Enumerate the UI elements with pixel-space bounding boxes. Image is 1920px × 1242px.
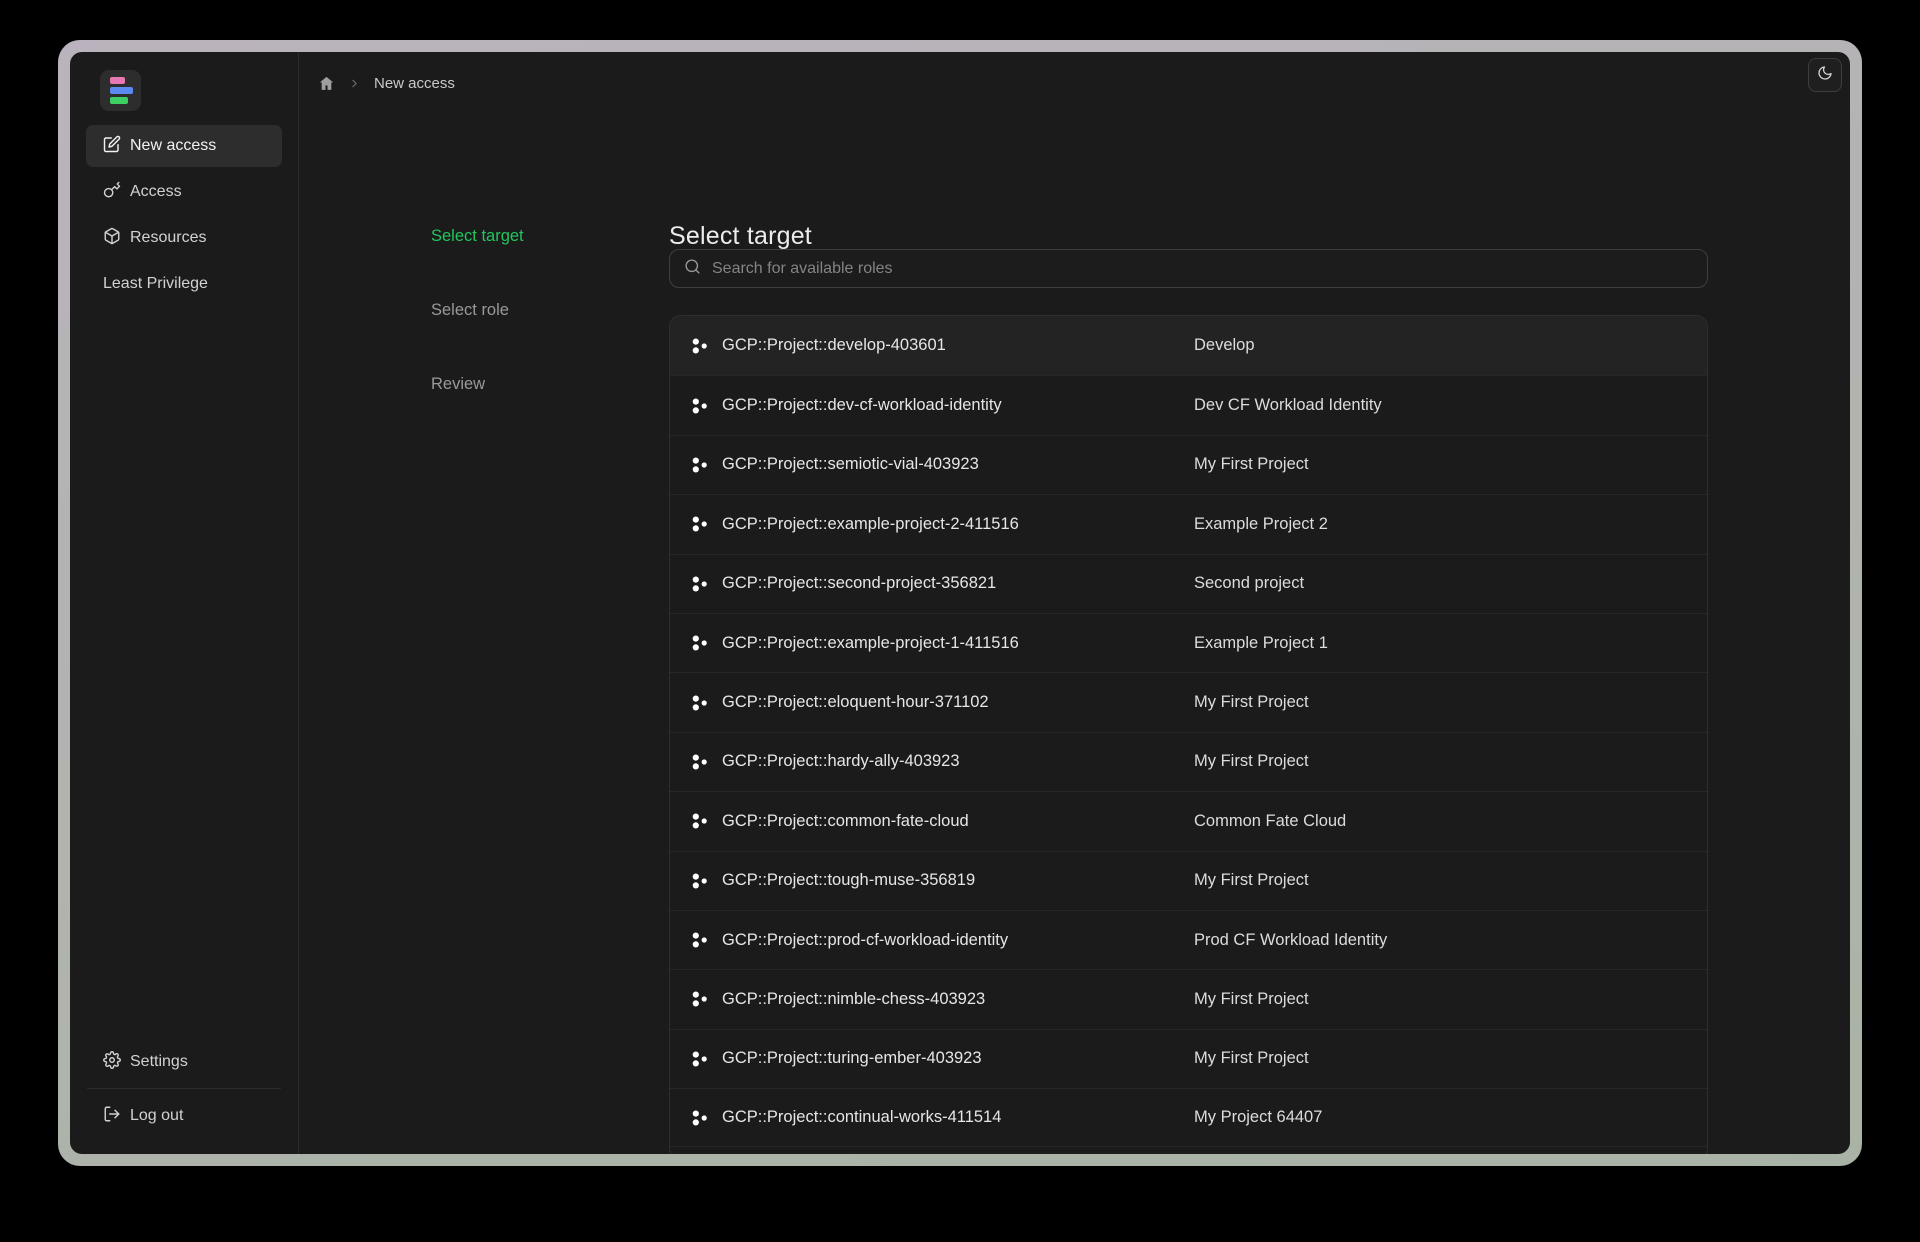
- search-input[interactable]: [712, 259, 1693, 278]
- target-name: My First Project: [1194, 1049, 1309, 1068]
- sidebar-item-new-access[interactable]: New access: [86, 125, 282, 167]
- step-select-target[interactable]: Select target: [431, 224, 524, 248]
- window-frame: New access Access Resources Least Privil…: [58, 40, 1862, 1166]
- target-name: My First Project: [1194, 871, 1309, 890]
- target-name: My First Project: [1194, 752, 1309, 771]
- target-id: GCP::Project::hardy-ally-403923: [722, 752, 960, 771]
- edit-icon: [103, 135, 121, 158]
- target-name: Example Project 2: [1194, 514, 1328, 533]
- chevron-right-icon: [348, 77, 361, 90]
- gcp-project-icon: [691, 694, 709, 712]
- theme-toggle-button[interactable]: [1808, 58, 1842, 92]
- sidebar-item-access[interactable]: Access: [86, 171, 282, 213]
- step-select-role[interactable]: Select role: [431, 298, 524, 322]
- target-id: GCP::Project::prod-cf-workload-identity: [722, 930, 1009, 949]
- key-icon: [103, 181, 121, 204]
- gcp-project-icon: [691, 753, 709, 771]
- sidebar-divider: [87, 1088, 281, 1089]
- table-row[interactable]: GCP::Project::semiotic-vial-403923 My Fi…: [670, 434, 1707, 494]
- sidebar-item-label: New access: [130, 137, 217, 154]
- target-id: GCP::Project::continual-works-411514: [722, 1108, 1002, 1127]
- gcp-project-icon: [691, 575, 709, 593]
- targets-list: GCP::Project::develop-403601 Develop GCP…: [669, 315, 1708, 1154]
- target-id: GCP::Project::turing-ember-403923: [722, 1049, 982, 1068]
- search-bar: [669, 249, 1708, 288]
- table-row[interactable]: GCP::Project::common-fate-cloud Common F…: [670, 791, 1707, 850]
- home-icon[interactable]: [318, 75, 335, 92]
- box-icon: [103, 227, 121, 250]
- target-name: My First Project: [1194, 455, 1309, 474]
- table-row[interactable]: GCP::Project::turing-ember-403923 My Fir…: [670, 1028, 1707, 1088]
- table-row[interactable]: GCP::Project::prod-cf-workload-identity …: [670, 909, 1707, 969]
- table-row[interactable]: GCP::Project::hardy-ally-403923 My First…: [670, 731, 1707, 791]
- target-id: GCP::Project::common-fate-cloud: [722, 811, 969, 830]
- target-id: GCP::Project::example-project-1-411516: [722, 633, 1019, 652]
- gcp-project-icon: [691, 872, 709, 890]
- gcp-project-icon: [691, 634, 709, 652]
- table-row[interactable]: GCP::Project::nimble-chess-403923 My Fir…: [670, 969, 1707, 1028]
- target-name: Develop: [1194, 336, 1255, 355]
- sidebar-footer: Settings Log out: [86, 1041, 282, 1137]
- target-name: Dev CF Workload Identity: [1194, 396, 1382, 415]
- gcp-project-icon: [691, 812, 709, 830]
- gcp-project-icon: [691, 1109, 709, 1127]
- target-name: My First Project: [1194, 693, 1309, 712]
- target-id: GCP::Project::develop-403601: [722, 336, 946, 355]
- gcp-project-icon: [691, 931, 709, 949]
- target-name: Common Fate Cloud: [1194, 811, 1347, 830]
- target-id: GCP::Project::nimble-chess-403923: [722, 989, 986, 1008]
- gcp-project-icon: [691, 456, 709, 474]
- table-row[interactable]: GCP::Project::continual-works-411514 My …: [670, 1088, 1707, 1148]
- sidebar-item-label: Log out: [130, 1107, 184, 1124]
- gcp-project-icon: [691, 397, 709, 415]
- sidebar: New access Access Resources Least Privil…: [70, 52, 299, 1154]
- target-id: GCP::Project::second-project-356821: [722, 574, 997, 593]
- sidebar-nav: New access Access Resources Least Privil…: [86, 125, 282, 305]
- breadcrumb-current: New access: [374, 74, 455, 92]
- target-id: GCP::Project::tough-muse-356819: [722, 871, 976, 890]
- gcp-project-icon: [691, 515, 709, 533]
- sidebar-item-label: Access: [130, 183, 182, 200]
- target-name: Example Project 1: [1194, 633, 1328, 652]
- gcp-project-icon: [691, 337, 709, 355]
- target-name: My Project 64407: [1194, 1108, 1323, 1127]
- table-row[interactable]: GCP::Project::dev-cf-workload-identity D…: [670, 375, 1707, 434]
- wizard-steps: Select target Select role Review: [431, 224, 524, 396]
- gcp-project-icon: [691, 990, 709, 1008]
- page-title: Select target: [669, 222, 812, 250]
- table-row[interactable]: GCP::Project::tough-muse-356819 My First…: [670, 850, 1707, 910]
- logout-icon: [103, 1105, 121, 1128]
- app-window: New access Access Resources Least Privil…: [70, 52, 1850, 1154]
- sidebar-item-label: Settings: [130, 1053, 188, 1070]
- search-icon: [684, 258, 701, 280]
- sidebar-item-label: Least Privilege: [103, 275, 208, 292]
- sidebar-item-label: Resources: [130, 229, 207, 246]
- target-id: GCP::Project::dev-cf-workload-identity: [722, 396, 1002, 415]
- table-row[interactable]: GCP::Project::example-project-2-411516 E…: [670, 494, 1707, 553]
- target-id: GCP::Project::eloquent-hour-371102: [722, 693, 989, 712]
- main-area: New access Select target Select role Rev…: [299, 52, 1850, 1154]
- moon-icon: [1817, 65, 1833, 86]
- target-name: Second project: [1194, 574, 1305, 593]
- table-row[interactable]: GCP::Project::second-project-356821 Seco…: [670, 553, 1707, 613]
- step-review[interactable]: Review: [431, 372, 524, 396]
- logo-bar-blue: [110, 87, 133, 94]
- target-name: Prod CF Workload Identity: [1194, 930, 1388, 949]
- target-id: GCP::Project::semiotic-vial-403923: [722, 455, 979, 474]
- logo-bar-pink: [110, 77, 125, 84]
- target-name: My First Project: [1194, 989, 1309, 1008]
- table-row[interactable]: GCP::Project::develop-403601 Develop: [670, 316, 1707, 376]
- breadcrumb: New access: [318, 66, 455, 100]
- sidebar-item-settings[interactable]: Settings: [86, 1041, 282, 1083]
- sidebar-item-resources[interactable]: Resources: [86, 217, 282, 259]
- table-row[interactable]: GCP::Project::eloquent-hour-371102 My Fi…: [670, 672, 1707, 731]
- common-fate-logo[interactable]: [100, 70, 141, 111]
- logo-bar-green: [110, 97, 128, 104]
- target-id: GCP::Project::example-project-2-411516: [722, 514, 1019, 533]
- gear-icon: [103, 1050, 121, 1074]
- sidebar-item-logout[interactable]: Log out: [86, 1095, 282, 1137]
- gcp-project-icon: [691, 1050, 709, 1068]
- sidebar-item-least-privilege[interactable]: Least Privilege: [86, 263, 282, 305]
- table-row[interactable]: GCP::Project::example-project-1-411516 E…: [670, 612, 1707, 672]
